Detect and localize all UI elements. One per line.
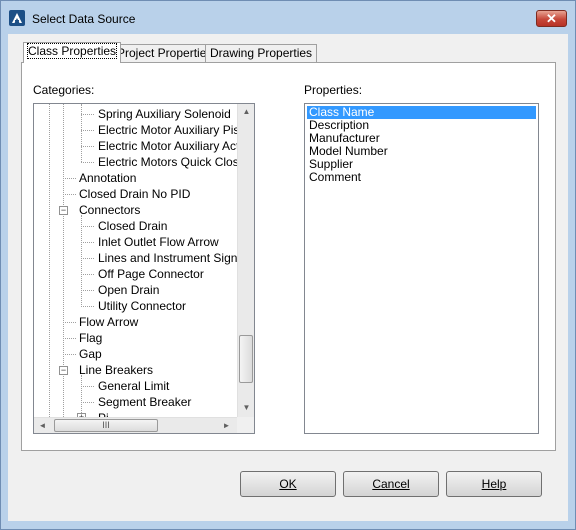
scroll-thumb-horizontal[interactable]: III bbox=[54, 419, 158, 432]
tree-item[interactable]: Inlet Outlet Flow Arrow bbox=[98, 234, 219, 250]
tree-view: − − + Spring Auxiliary Solenoid Electric… bbox=[34, 104, 237, 417]
tree-item[interactable]: Open Drain bbox=[98, 282, 159, 298]
scroll-thumb-vertical[interactable] bbox=[239, 335, 253, 383]
tree-item[interactable]: Flag bbox=[79, 330, 102, 346]
tree-connector bbox=[63, 178, 76, 179]
tree-guide-line bbox=[81, 215, 82, 305]
tree-item[interactable]: Electric Motor Auxiliary Actuat bbox=[98, 138, 237, 154]
properties-list[interactable]: Class Name Description Manufacturer Mode… bbox=[304, 103, 539, 434]
close-button[interactable]: ✕ bbox=[536, 10, 567, 27]
tree-item[interactable]: Flow Arrow bbox=[79, 314, 138, 330]
tree-item[interactable]: Closed Drain No PID bbox=[79, 186, 190, 202]
tree-guide-line bbox=[81, 375, 82, 417]
vertical-scrollbar[interactable]: ▲ ▼ bbox=[237, 104, 254, 417]
window-title: Select Data Source bbox=[32, 12, 136, 26]
tree-connector bbox=[81, 162, 94, 163]
autocad-app-icon bbox=[9, 10, 25, 26]
tree-connector bbox=[81, 290, 94, 291]
tree-connector bbox=[81, 402, 94, 403]
tree-item[interactable]: Spring Auxiliary Solenoid bbox=[98, 106, 231, 122]
tree-item[interactable]: Electric Motor Auxiliary Piston bbox=[98, 122, 237, 138]
tree-connector bbox=[81, 146, 94, 147]
scroll-right-icon[interactable]: ► bbox=[218, 418, 235, 433]
tab-label: Drawing Properties bbox=[210, 46, 313, 60]
tab-class-properties[interactable]: Class Properties bbox=[23, 42, 122, 63]
tree-connector bbox=[81, 274, 94, 275]
tree-connector bbox=[81, 226, 94, 227]
tab-label: Class Properties bbox=[26, 43, 118, 59]
tree-connector bbox=[81, 130, 94, 131]
tab-project-properties[interactable]: Project Properties bbox=[112, 44, 218, 63]
horizontal-scrollbar[interactable]: ◄ III ► bbox=[34, 417, 237, 433]
scroll-up-icon[interactable]: ▲ bbox=[238, 104, 254, 120]
tree-item[interactable]: Connectors bbox=[79, 202, 140, 218]
tree-connector bbox=[81, 306, 94, 307]
categories-tree[interactable]: − − + Spring Auxiliary Solenoid Electric… bbox=[33, 103, 255, 434]
scroll-down-icon[interactable]: ▼ bbox=[238, 400, 254, 416]
tree-connector bbox=[81, 114, 94, 115]
tree-item[interactable]: Utility Connector bbox=[98, 298, 186, 314]
list-item-comment[interactable]: Comment bbox=[307, 171, 536, 184]
tree-item[interactable]: Gap bbox=[79, 346, 102, 362]
tree-connector bbox=[63, 194, 76, 195]
tree-guide-line bbox=[49, 104, 50, 417]
categories-label: Categories: bbox=[33, 83, 95, 97]
tab-drawing-properties[interactable]: Drawing Properties bbox=[205, 44, 318, 63]
properties-label: Properties: bbox=[304, 83, 363, 97]
help-button-label: Help bbox=[481, 477, 507, 491]
tab-label: Project Properties bbox=[117, 46, 213, 60]
collapse-toggle-icon[interactable]: − bbox=[59, 206, 68, 215]
tree-item[interactable]: Pi bbox=[98, 410, 109, 417]
tree-item[interactable]: Electric Motors Quick Closing bbox=[98, 154, 237, 170]
scrollbar-corner bbox=[237, 417, 254, 433]
dialog-window: Select Data Source ✕ Class Properties Pr… bbox=[0, 0, 576, 530]
tree-connector bbox=[81, 258, 94, 259]
tree-item[interactable]: General Limit bbox=[98, 378, 169, 394]
tree-connector bbox=[63, 354, 76, 355]
collapse-toggle-icon[interactable]: − bbox=[59, 366, 68, 375]
ok-button[interactable]: OK bbox=[240, 471, 336, 497]
tree-connector bbox=[63, 322, 76, 323]
tree-item[interactable]: Segment Breaker bbox=[98, 394, 191, 410]
tree-item[interactable]: Closed Drain bbox=[98, 218, 167, 234]
tree-item[interactable]: Off Page Connector bbox=[98, 266, 204, 282]
help-button[interactable]: Help bbox=[446, 471, 542, 497]
title-bar[interactable]: Select Data Source ✕ bbox=[1, 1, 575, 35]
tree-connector bbox=[81, 386, 94, 387]
tree-item[interactable]: Annotation bbox=[79, 170, 136, 186]
scroll-left-icon[interactable]: ◄ bbox=[34, 418, 51, 433]
cancel-button-label: Cancel bbox=[372, 477, 410, 491]
ok-button-label: OK bbox=[279, 477, 297, 491]
tree-item[interactable]: Line Breakers bbox=[79, 362, 153, 378]
tree-connector bbox=[63, 338, 76, 339]
tree-connector bbox=[81, 242, 94, 243]
cancel-button[interactable]: Cancel bbox=[343, 471, 439, 497]
tree-item[interactable]: Lines and Instrument Signal C bbox=[98, 250, 237, 266]
tree-guide-line bbox=[81, 104, 82, 162]
